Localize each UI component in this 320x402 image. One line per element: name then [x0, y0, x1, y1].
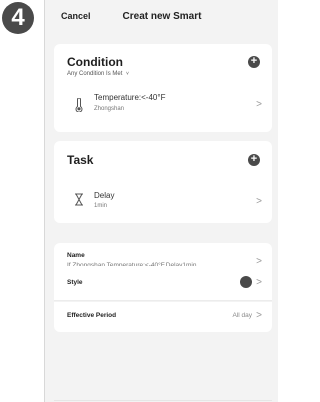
task-card: Task + Delay 1min >	[54, 141, 272, 223]
chevron-right-icon: >	[256, 310, 262, 321]
phone-screen: Cancel Creat new Smart Condition Any Con…	[44, 0, 278, 402]
effective-period-row[interactable]: Effective Period All day >	[54, 302, 272, 332]
condition-item-label: Temperature:<-40°F	[94, 93, 166, 102]
step-number-badge: 4	[2, 2, 34, 34]
chevron-right-icon: >	[256, 196, 262, 207]
condition-mode-label: Any Condition Is Met	[67, 71, 123, 77]
style-label: Style	[67, 279, 83, 286]
task-title: Task	[67, 153, 94, 167]
effective-period-label: Effective Period	[67, 312, 117, 319]
task-item-duration: 1min	[94, 203, 108, 209]
thermometer-icon	[72, 97, 86, 113]
style-color-swatch	[240, 276, 252, 288]
navigation-bar: Cancel Creat new Smart	[45, 0, 279, 34]
task-item-label: Delay	[94, 191, 115, 200]
effective-period-value: All day	[232, 312, 252, 319]
chevron-right-icon: >	[256, 277, 262, 288]
add-task-button[interactable]: +	[248, 154, 260, 166]
style-row[interactable]: Style >	[54, 266, 272, 300]
chevron-down-icon: ˅	[126, 71, 129, 77]
condition-card: Condition Any Condition Is Met ˅ + Tempe…	[54, 44, 272, 132]
condition-item-location: Zhongshan	[94, 106, 125, 112]
chevron-right-icon: >	[256, 99, 262, 110]
page-title: Creat new Smart	[122, 11, 202, 22]
bottom-edge	[54, 400, 272, 401]
condition-title: Condition	[67, 55, 123, 69]
name-label: Name	[67, 252, 85, 259]
add-condition-button[interactable]: +	[248, 56, 260, 68]
divider	[54, 300, 272, 301]
condition-mode-selector[interactable]: Any Condition Is Met ˅	[67, 71, 129, 77]
hourglass-icon	[72, 193, 86, 207]
